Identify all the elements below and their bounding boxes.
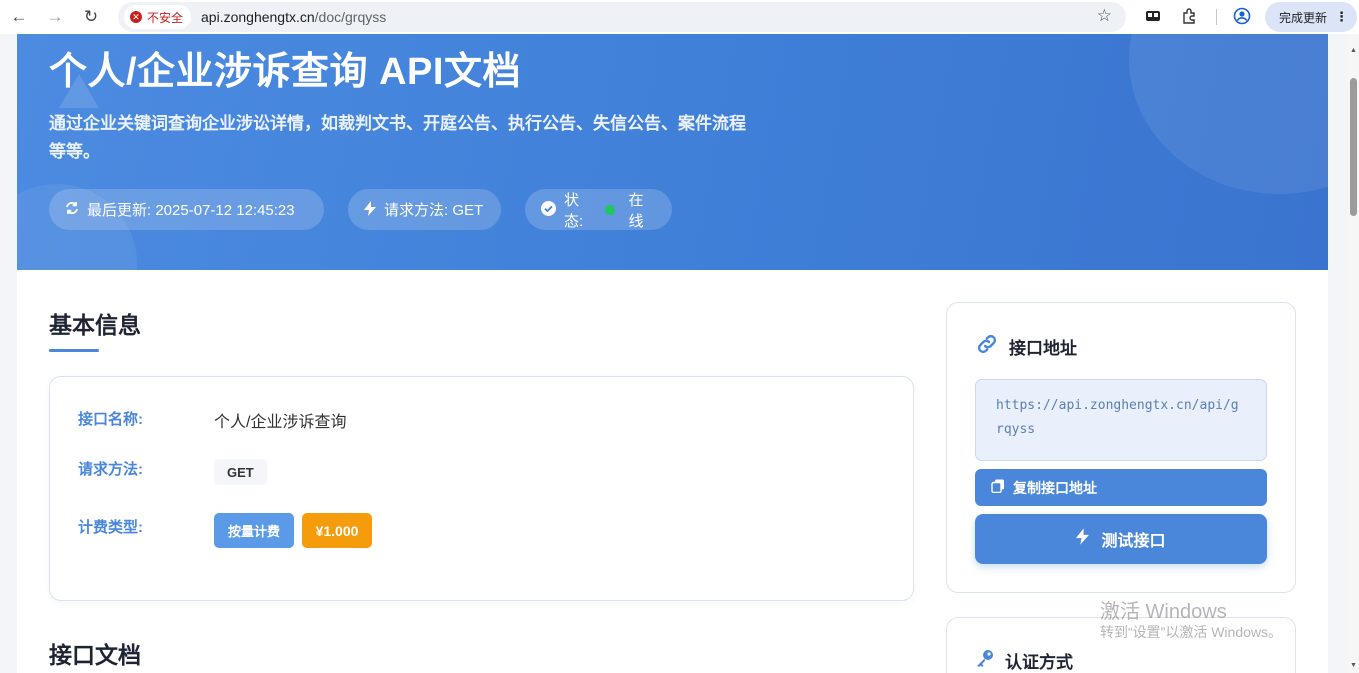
last-updated-text: 最后更新: 2025-07-12 12:45:23: [87, 202, 295, 219]
test-api-button[interactable]: 测试接口: [975, 514, 1267, 564]
endpoint-url[interactable]: https://api.zonghengtx.cn/api/grqyss: [975, 379, 1267, 461]
endpoint-card-title: 接口地址: [1009, 339, 1077, 358]
api-docs-heading: 接口文档: [49, 642, 141, 668]
method-tag: GET: [214, 459, 267, 485]
browser-toolbar: ← → ↻ ✕ 不安全 api.zonghengtx.cn/doc/grqyss…: [0, 0, 1359, 34]
copy-url-button[interactable]: 复制接口地址: [975, 469, 1267, 506]
key-icon: [975, 648, 995, 673]
not-secure-icon: ✕: [130, 11, 142, 23]
api-name-label: 接口名称:: [78, 411, 143, 428]
copy-url-label: 复制接口地址: [1013, 479, 1097, 496]
endpoint-card: 接口地址 https://api.zonghengtx.cn/api/grqys…: [946, 302, 1296, 593]
update-button-label: 完成更新: [1279, 10, 1328, 25]
heading-underline: [49, 349, 99, 352]
link-icon: [975, 332, 999, 361]
extension-puzzle-icon[interactable]: [1143, 6, 1163, 26]
url-domain: api.zonghengtx.cn: [201, 9, 315, 25]
bookmark-star-icon[interactable]: ☆: [1097, 6, 1112, 26]
request-method-badge: 请求方法: GET: [348, 189, 501, 230]
security-label: 不安全: [147, 10, 184, 25]
online-dot-icon: [605, 204, 615, 215]
bolt-icon: [364, 200, 376, 219]
auth-card-title: 认证方式: [1005, 653, 1073, 672]
method-label: 请求方法:: [78, 461, 143, 478]
activate-windows-watermark: 激活 Windows: [1100, 601, 1227, 623]
back-arrow-icon[interactable]: ←: [5, 3, 33, 31]
url-path: /doc/grqyss: [314, 9, 387, 25]
request-method-text: 请求方法: GET: [384, 202, 484, 219]
endpoint-card-header: 接口地址: [975, 332, 1077, 361]
auth-card-header: 认证方式: [975, 648, 1073, 673]
scroll-down-icon[interactable]: ▼: [1349, 661, 1358, 670]
billing-label: 计费类型:: [78, 519, 143, 536]
extensions-icon[interactable]: [1179, 6, 1199, 26]
toolbar-divider: [1216, 9, 1217, 25]
url-text[interactable]: api.zonghengtx.cn/doc/grqyss: [201, 9, 386, 25]
scroll-thumb[interactable]: [1350, 78, 1357, 216]
update-button[interactable]: 完成更新 ⋮: [1265, 2, 1357, 32]
billing-type-tag: 按量计费: [214, 513, 294, 548]
last-updated-badge: 最后更新: 2025-07-12 12:45:23: [49, 189, 324, 230]
status-badge: 状态: 在线: [525, 189, 672, 230]
sync-icon: [65, 201, 79, 218]
basic-info-heading: 基本信息: [49, 312, 141, 338]
profile-icon[interactable]: [1232, 6, 1252, 26]
price-tag: ¥1.000: [302, 513, 372, 548]
bolt-icon: [1076, 528, 1090, 550]
activate-windows-hint: 转到“设置”以激活 Windows。: [1100, 624, 1283, 640]
status-value: 在线: [628, 191, 644, 230]
status-label: 状态:: [564, 191, 584, 230]
page-title: 个人/企业涉诉查询 API文档: [49, 51, 521, 93]
api-name-value: 个人/企业涉诉查询: [214, 414, 347, 431]
page-scrollbar[interactable]: ▲ ▼: [1348, 34, 1359, 673]
check-circle-icon: [541, 200, 556, 219]
scroll-up-icon[interactable]: ▲: [1349, 46, 1358, 55]
security-chip[interactable]: ✕ 不安全: [124, 5, 192, 29]
hero-banner: 个人/企业涉诉查询 API文档 通过企业关键词查询企业涉讼详情，如裁判文书、开庭…: [17, 34, 1328, 270]
forward-arrow-icon[interactable]: →: [41, 3, 69, 31]
copy-icon: [991, 479, 1005, 496]
menu-dots-icon: ⋮: [1335, 9, 1348, 24]
basic-info-card: 接口名称: 个人/企业涉诉查询 请求方法: GET 计费类型: 按量计费 ¥1.…: [49, 376, 914, 601]
address-bar[interactable]: ✕ 不安全 api.zonghengtx.cn/doc/grqyss ☆: [118, 2, 1126, 32]
test-api-label: 测试接口: [1101, 533, 1166, 550]
reload-icon[interactable]: ↻: [77, 3, 105, 31]
decor-circle: [1129, 34, 1328, 194]
page-description: 通过企业关键词查询企业涉讼详情，如裁判文书、开庭公告、执行公告、失信公告、案件流…: [49, 114, 746, 161]
